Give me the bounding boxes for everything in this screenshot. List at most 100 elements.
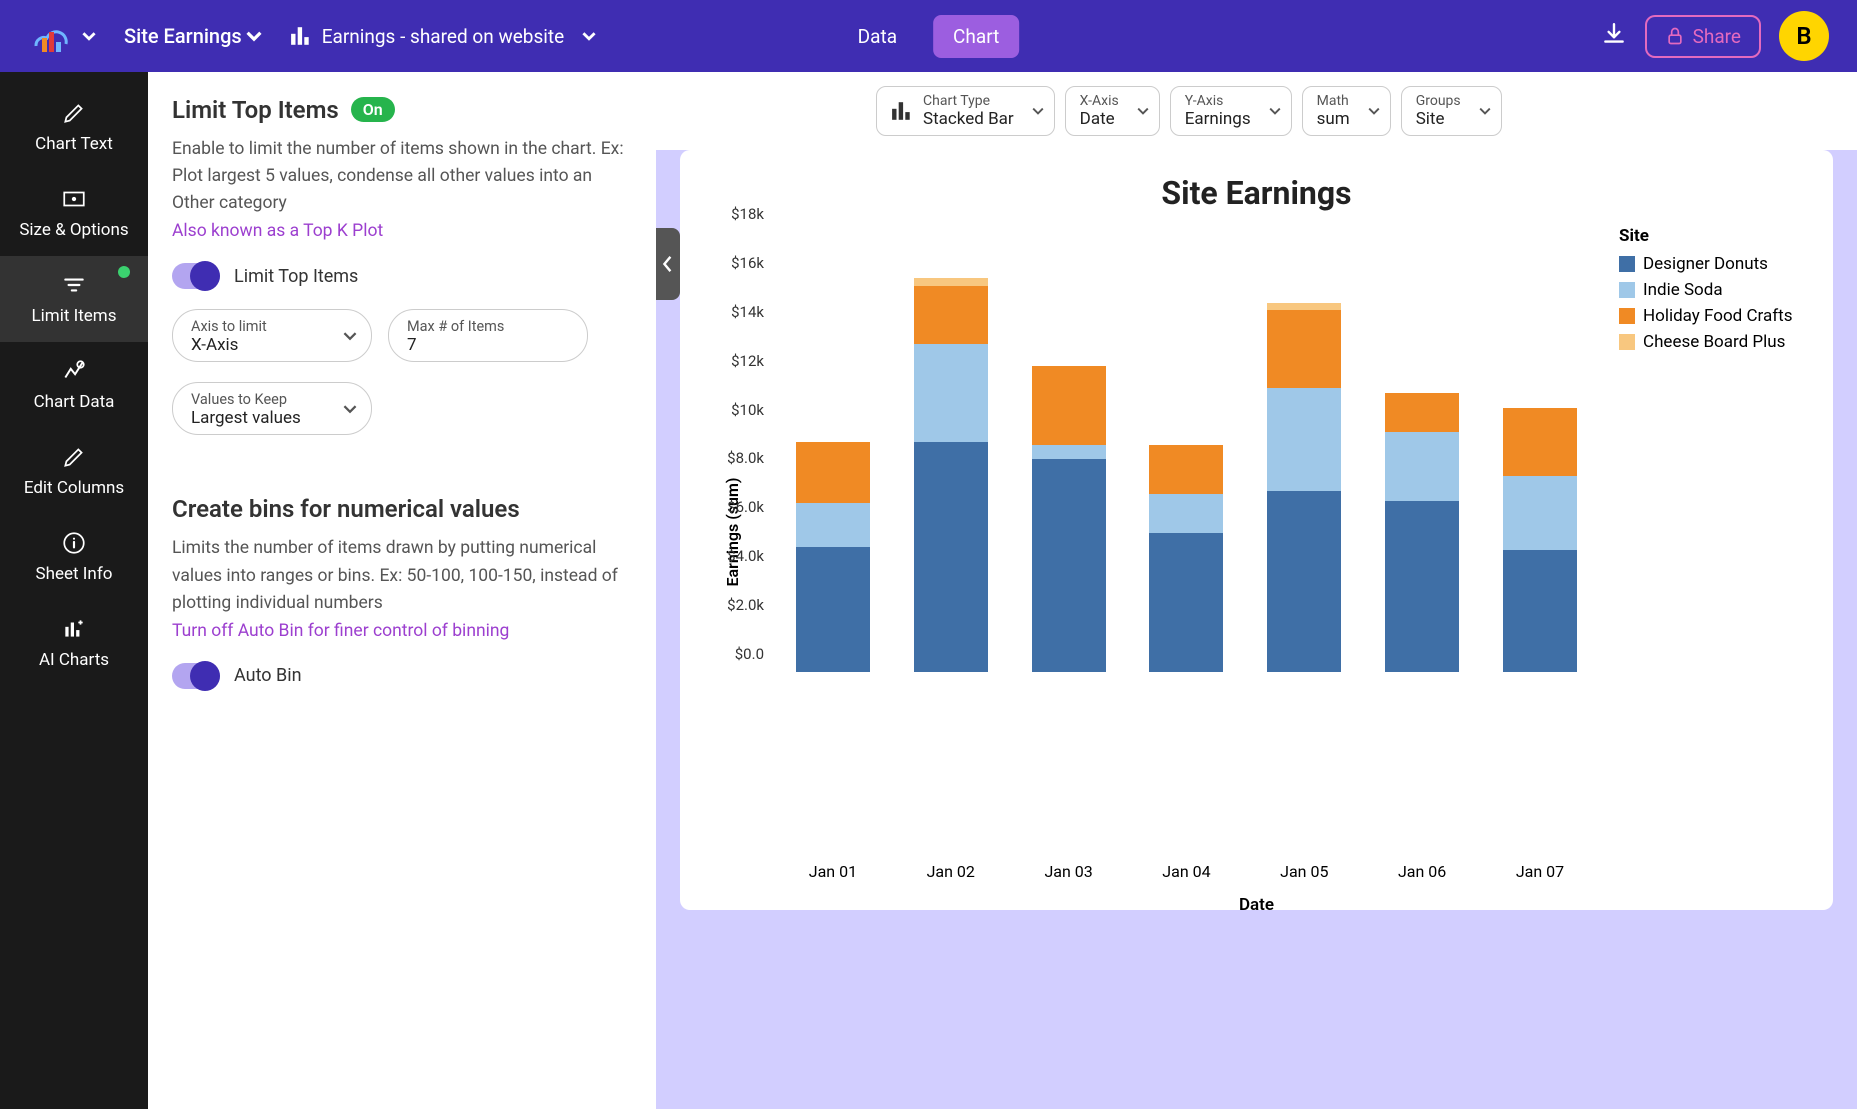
bins-link[interactable]: Turn off Auto Bin for finer control of b… bbox=[172, 621, 632, 641]
chart-plot[interactable] bbox=[774, 232, 1599, 672]
panel-collapse-button[interactable] bbox=[656, 228, 680, 300]
legend-label: Cheese Board Plus bbox=[1643, 332, 1785, 352]
nav-edit-columns[interactable]: Edit Columns bbox=[0, 428, 148, 514]
share-button[interactable]: Share bbox=[1645, 15, 1761, 58]
bar-stack[interactable] bbox=[796, 442, 870, 672]
y-ticks: $0.0$2.0k$4.0k$6.0k$8.0k$10k$12k$14k$16k… bbox=[704, 232, 764, 672]
view-tabs: Data Chart bbox=[838, 15, 1020, 58]
chevron-down-icon bbox=[1269, 105, 1281, 117]
bar-segment[interactable] bbox=[1032, 459, 1106, 672]
y-axis-select[interactable]: Y-AxisEarnings bbox=[1170, 86, 1292, 136]
math-select[interactable]: Mathsum bbox=[1302, 86, 1391, 136]
legend-swatch bbox=[1619, 334, 1635, 350]
bar-stack[interactable] bbox=[1267, 303, 1341, 672]
chart-type-select[interactable]: Chart TypeStacked Bar bbox=[876, 86, 1055, 136]
legend-item[interactable]: Designer Donuts bbox=[1619, 254, 1809, 274]
bar-segment[interactable] bbox=[1149, 533, 1223, 672]
nav-ai-charts[interactable]: AI Charts bbox=[0, 600, 148, 686]
tab-chart[interactable]: Chart bbox=[933, 15, 1019, 58]
legend-swatch bbox=[1619, 282, 1635, 298]
chevron-down-icon bbox=[82, 29, 96, 43]
lock-icon bbox=[1665, 26, 1685, 46]
bar-segment[interactable] bbox=[796, 503, 870, 547]
chevron-left-icon bbox=[662, 255, 674, 273]
chevron-down-icon bbox=[582, 29, 596, 43]
bar-segment[interactable] bbox=[1385, 432, 1459, 500]
y-tick: $4.0k bbox=[727, 547, 764, 565]
chevron-down-icon bbox=[246, 28, 262, 44]
bar-segment[interactable] bbox=[1385, 501, 1459, 672]
x-tick: Jan 03 bbox=[1044, 862, 1092, 881]
auto-bin-toggle[interactable] bbox=[172, 663, 220, 689]
x-axis-select[interactable]: X-AxisDate bbox=[1065, 86, 1160, 136]
nav-sheet-info[interactable]: Sheet Info bbox=[0, 514, 148, 600]
sheet-selector[interactable]: Earnings - shared on website bbox=[290, 25, 596, 48]
download-button[interactable] bbox=[1601, 21, 1627, 51]
bins-desc: Limits the number of items drawn by putt… bbox=[172, 535, 632, 616]
bar-segment[interactable] bbox=[1032, 445, 1106, 460]
user-avatar[interactable]: B bbox=[1779, 11, 1829, 61]
bar-segment[interactable] bbox=[1503, 550, 1577, 672]
chevron-down-icon bbox=[343, 402, 357, 416]
y-tick: $6.0k bbox=[727, 498, 764, 516]
bar-segment[interactable] bbox=[914, 344, 988, 442]
chart-controls-bar: Chart TypeStacked Bar X-AxisDate Y-AxisE… bbox=[656, 72, 1857, 150]
bar-stack[interactable] bbox=[1032, 366, 1106, 672]
bar-segment[interactable] bbox=[1149, 494, 1223, 533]
legend-label: Designer Donuts bbox=[1643, 254, 1768, 274]
chevron-down-icon bbox=[1137, 105, 1149, 117]
bar-segment[interactable] bbox=[914, 278, 988, 285]
bar-stack[interactable] bbox=[914, 278, 988, 672]
app-logo[interactable] bbox=[28, 16, 96, 56]
bar-chart-icon bbox=[891, 100, 913, 122]
bar-segment[interactable] bbox=[1149, 445, 1223, 494]
bar-stack[interactable] bbox=[1385, 393, 1459, 672]
y-tick: $8.0k bbox=[727, 449, 764, 467]
bar-segment[interactable] bbox=[1267, 491, 1341, 672]
top-bar: Site Earnings Earnings - shared on websi… bbox=[0, 0, 1857, 72]
legend-item[interactable]: Holiday Food Crafts bbox=[1619, 306, 1809, 326]
nav-limit-items[interactable]: Limit Items bbox=[0, 256, 148, 342]
settings-panel: Limit Top Items On Enable to limit the n… bbox=[148, 72, 656, 1109]
nav-chart-text[interactable]: Chart Text bbox=[0, 84, 148, 170]
bar-segment[interactable] bbox=[1267, 388, 1341, 491]
nav-chart-data[interactable]: Chart Data bbox=[0, 342, 148, 428]
groups-select[interactable]: GroupsSite bbox=[1401, 86, 1502, 136]
bar-segment[interactable] bbox=[1032, 366, 1106, 444]
x-tick: Jan 07 bbox=[1516, 862, 1564, 881]
max-items-input[interactable]: Max # of Items 7 bbox=[388, 309, 588, 362]
bar-segment[interactable] bbox=[1267, 310, 1341, 388]
chart-area: Chart TypeStacked Bar X-AxisDate Y-AxisE… bbox=[656, 72, 1857, 1109]
bar-segment[interactable] bbox=[914, 286, 988, 345]
legend-item[interactable]: Indie Soda bbox=[1619, 280, 1809, 300]
nav-size-options[interactable]: Size & Options bbox=[0, 170, 148, 256]
pencil-icon bbox=[61, 444, 87, 470]
bar-segment[interactable] bbox=[1503, 476, 1577, 549]
y-tick: $14k bbox=[731, 303, 764, 321]
legend-item[interactable]: Cheese Board Plus bbox=[1619, 332, 1809, 352]
project-name-label: Site Earnings bbox=[124, 24, 242, 48]
values-to-keep-select[interactable]: Values to Keep Largest values bbox=[172, 382, 372, 435]
ai-chart-icon bbox=[61, 616, 87, 642]
bar-segment[interactable] bbox=[1267, 303, 1341, 310]
bar-segment[interactable] bbox=[796, 547, 870, 672]
axis-to-limit-select[interactable]: Axis to limit X-Axis bbox=[172, 309, 372, 362]
topk-link[interactable]: Also known as a Top K Plot bbox=[172, 221, 632, 241]
project-name-dropdown[interactable]: Site Earnings bbox=[124, 24, 262, 48]
bar-segment[interactable] bbox=[1503, 408, 1577, 476]
bar-segment[interactable] bbox=[796, 442, 870, 503]
bar-segment[interactable] bbox=[1385, 393, 1459, 432]
limit-top-toggle[interactable] bbox=[172, 263, 220, 289]
bar-stack[interactable] bbox=[1503, 408, 1577, 672]
chevron-down-icon bbox=[1032, 105, 1044, 117]
download-icon bbox=[1601, 21, 1627, 47]
limit-top-toggle-label: Limit Top Items bbox=[234, 266, 358, 287]
x-axis-label: Date bbox=[704, 895, 1809, 915]
bar-segment[interactable] bbox=[914, 442, 988, 672]
tab-data[interactable]: Data bbox=[838, 15, 917, 58]
legend-label: Holiday Food Crafts bbox=[1643, 306, 1792, 326]
auto-bin-toggle-label: Auto Bin bbox=[234, 665, 302, 686]
on-badge: On bbox=[351, 97, 395, 122]
bar-stack[interactable] bbox=[1149, 445, 1223, 672]
x-tick: Jan 01 bbox=[809, 862, 857, 881]
